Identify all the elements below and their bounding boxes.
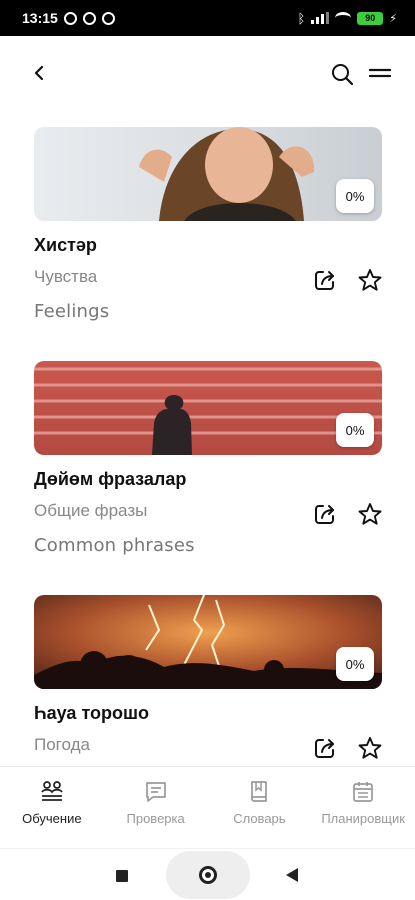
back-button[interactable] (28, 58, 50, 88)
learning-icon (41, 781, 63, 801)
bottom-navigation: Обучение Проверка Словарь Планировщик (0, 766, 415, 848)
star-icon (358, 737, 382, 759)
share-icon (315, 739, 334, 758)
bluetooth-icon: ᛒ (297, 10, 306, 26)
nav-planner[interactable]: Планировщик (311, 767, 415, 848)
nav-label: Проверка (126, 811, 185, 826)
progress-badge: 0% (336, 413, 374, 447)
nav-label: Словарь (233, 811, 286, 826)
menu-icon (368, 68, 392, 78)
card-english: Common phrases (34, 535, 195, 556)
search-icon (332, 64, 354, 86)
card-title: Хистәр (34, 235, 97, 255)
notification-icon (82, 11, 96, 25)
charging-icon: ⚡ (389, 12, 397, 25)
progress-badge: 0% (336, 179, 374, 213)
share-button[interactable] (312, 501, 338, 527)
lightning-photo (34, 595, 382, 689)
card-english: Feelings (34, 301, 110, 322)
nav-check[interactable]: Проверка (104, 767, 208, 848)
share-button[interactable] (312, 267, 338, 293)
topic-image: 0% (34, 127, 382, 221)
favorite-button[interactable] (357, 501, 383, 527)
share-icon (315, 505, 334, 524)
nav-label: Планировщик (321, 811, 405, 826)
battery-icon: 90 (357, 11, 384, 25)
notification-icon-2 (101, 11, 115, 25)
calendar-icon (353, 782, 373, 802)
star-icon (358, 503, 382, 525)
share-icon (315, 271, 334, 290)
alarm-icon (63, 11, 77, 25)
system-navigation-bar (0, 848, 415, 900)
header (0, 36, 415, 114)
status-bar: 13:15 ᛒ 90 ⚡ (0, 0, 415, 36)
nav-dictionary[interactable]: Словарь (208, 767, 312, 848)
card-title: Дөйөм фразалар (34, 469, 187, 489)
card-title: Һауа торошо (34, 703, 150, 723)
progress-badge: 0% (336, 647, 374, 681)
recent-apps-button[interactable] (116, 870, 128, 882)
favorite-button[interactable] (357, 735, 383, 761)
nav-label: Обучение (22, 811, 82, 826)
star-icon (358, 269, 382, 291)
menu-button[interactable] (368, 64, 392, 84)
nav-learning[interactable]: Обучение (0, 767, 104, 848)
share-button[interactable] (312, 735, 338, 761)
search-button[interactable] (330, 62, 354, 86)
signal-icon (311, 12, 330, 24)
chevron-left-icon (34, 65, 44, 81)
book-icon (251, 781, 268, 802)
topic-card-feelings[interactable]: 0% Хистәр Чувства Feelings (34, 127, 382, 325)
library-photo (34, 361, 382, 455)
home-button[interactable] (199, 866, 217, 884)
topic-image: 0% (34, 595, 382, 689)
chat-check-icon (145, 782, 166, 802)
status-time: 13:15 (22, 10, 58, 26)
topic-card-common-phrases[interactable]: 0% Дөйөм фразалар Общие фразы Common phr… (34, 361, 382, 559)
topic-image: 0% (34, 361, 382, 455)
topic-card-weather[interactable]: 0% Һауа торошо Погода (34, 595, 382, 759)
system-back-button[interactable] (286, 868, 298, 882)
wifi-icon (335, 12, 352, 24)
feelings-photo (34, 127, 382, 221)
favorite-button[interactable] (357, 267, 383, 293)
